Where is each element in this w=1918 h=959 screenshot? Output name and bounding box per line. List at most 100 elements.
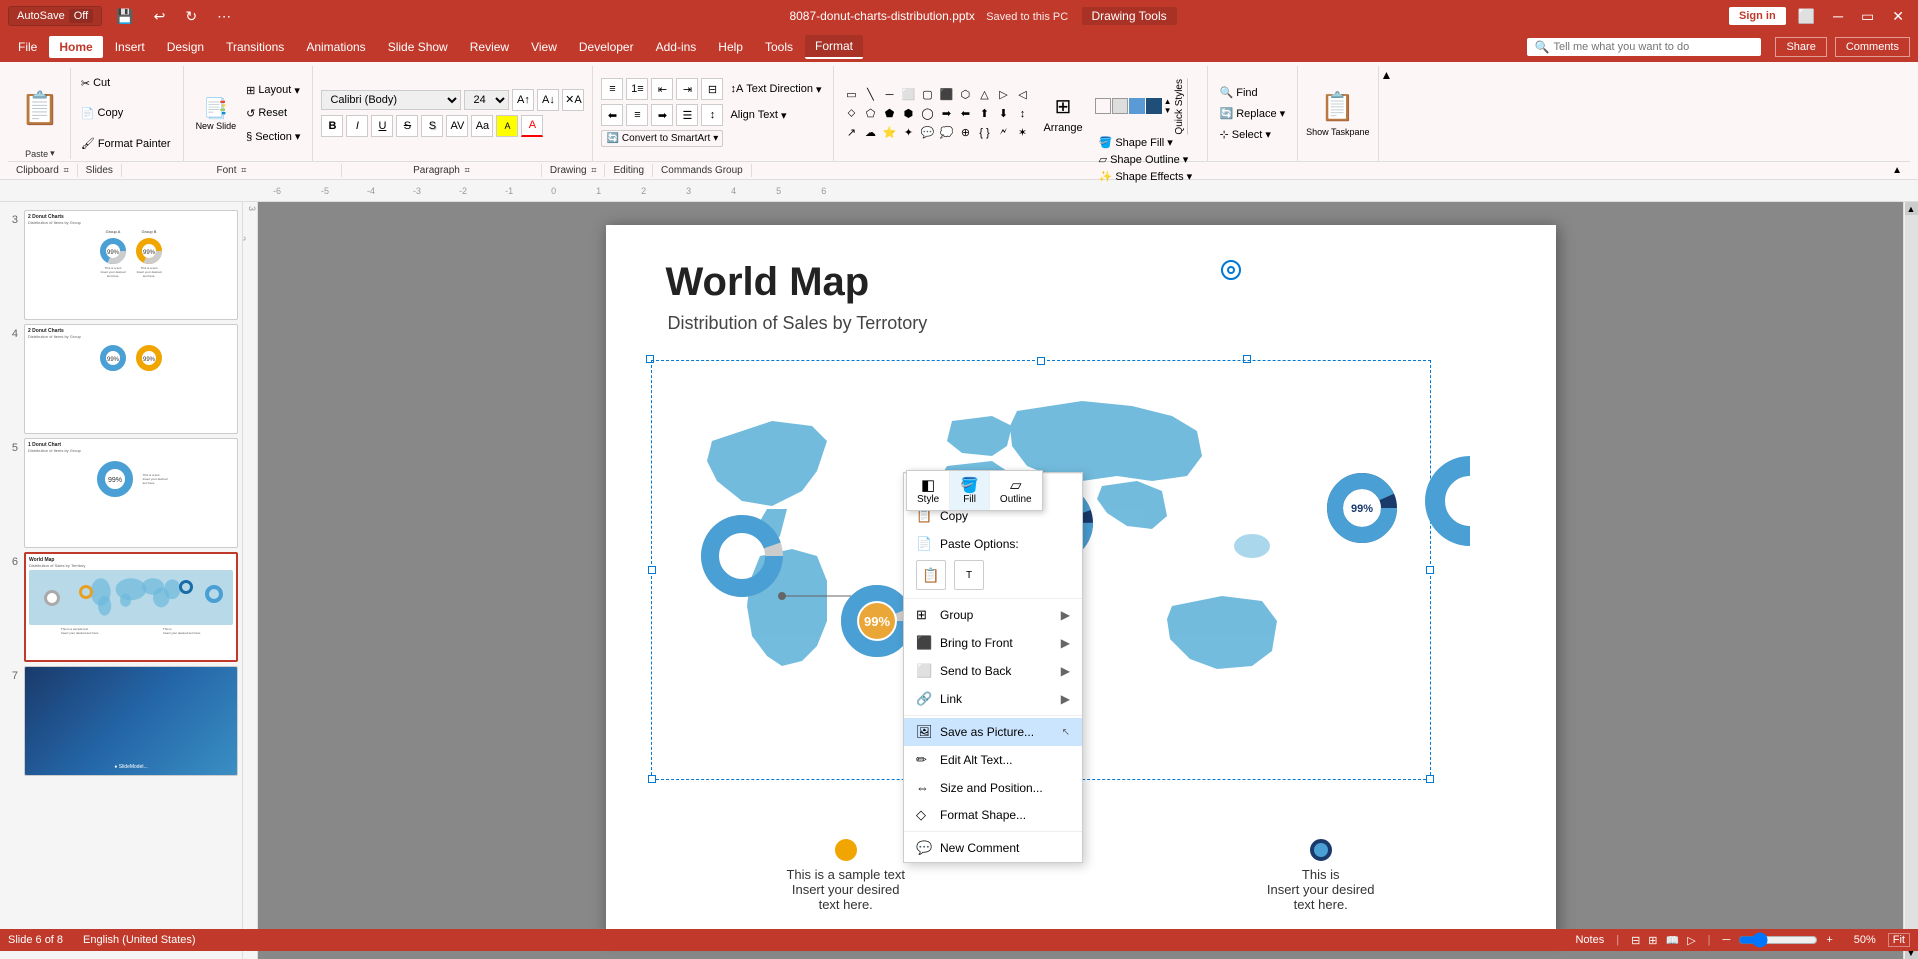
bullets-button[interactable]: ≡ bbox=[601, 78, 623, 100]
italic-button[interactable]: I bbox=[346, 115, 368, 137]
close-button[interactable]: ✕ bbox=[1886, 6, 1910, 27]
shape-fill-button[interactable]: 🪣 Shape Fill ▾ bbox=[1095, 134, 1199, 151]
paste-option-2[interactable]: T bbox=[954, 560, 984, 590]
menu-design[interactable]: Design bbox=[157, 36, 214, 58]
shape-cell[interactable]: ⬦ bbox=[842, 105, 860, 123]
shape-cell[interactable]: ▢ bbox=[918, 86, 936, 104]
zoom-in-button[interactable]: + bbox=[1826, 934, 1832, 946]
autosave-toggle[interactable]: AutoSave Off bbox=[8, 6, 102, 26]
font-color-button[interactable]: A bbox=[521, 115, 543, 137]
style-swatch[interactable] bbox=[1095, 98, 1111, 114]
slide-preview-7[interactable]: ● SlideModel... bbox=[24, 666, 238, 776]
slide-preview-3[interactable]: 2 Donut Charts Distribution of Items by … bbox=[24, 210, 238, 320]
shape-cell[interactable]: ⬛ bbox=[937, 86, 955, 104]
menu-animations[interactable]: Animations bbox=[296, 36, 375, 58]
text-direction-button[interactable]: ↕A Text Direction ▾ bbox=[726, 81, 825, 98]
collapse-ribbon-button[interactable]: ▲ bbox=[1884, 164, 1910, 177]
shadow-button[interactable]: S bbox=[421, 115, 443, 137]
menu-help[interactable]: Help bbox=[708, 36, 753, 58]
shape-cell[interactable]: ✦ bbox=[899, 124, 917, 142]
shape-cell[interactable]: ↗ bbox=[842, 124, 860, 142]
ctx-save-as-picture[interactable]: 🖼 Save as Picture... ↖ bbox=[904, 718, 1082, 746]
find-button[interactable]: 🔍 Find bbox=[1216, 84, 1290, 101]
shape-cell[interactable]: ⬆ bbox=[975, 105, 993, 123]
search-box[interactable]: 🔍 bbox=[1527, 38, 1762, 56]
customize-qat-button[interactable]: ⋯ bbox=[211, 6, 237, 27]
menu-view[interactable]: View bbox=[521, 36, 567, 58]
restore-button[interactable]: ⬜ bbox=[1792, 6, 1821, 27]
numbering-button[interactable]: 1≡ bbox=[626, 78, 648, 100]
view-slideshow-button[interactable]: ▷ bbox=[1687, 934, 1695, 947]
selection-handle-bl[interactable] bbox=[648, 775, 656, 783]
align-text-button[interactable]: Align Text ▾ bbox=[726, 107, 790, 124]
font-case-button[interactable]: Aa bbox=[471, 115, 493, 137]
convert-smartart-button[interactable]: 🔄 Convert to SmartArt ▾ bbox=[601, 130, 723, 147]
menu-addins[interactable]: Add-ins bbox=[646, 36, 707, 58]
char-spacing-button[interactable]: AV bbox=[446, 115, 468, 137]
shape-cell[interactable]: 💭 bbox=[937, 124, 955, 142]
line-spacing-button[interactable]: ↕ bbox=[701, 104, 723, 126]
align-right-button[interactable]: ➡ bbox=[651, 104, 673, 126]
ctx-bring-to-front[interactable]: ⬛ Bring to Front ▶ bbox=[904, 629, 1082, 657]
shape-cell[interactable]: ⬜ bbox=[899, 86, 917, 104]
selection-handle-ml[interactable] bbox=[648, 566, 656, 574]
layout-button[interactable]: ⊞Layout▾ bbox=[242, 82, 304, 99]
ctx-group[interactable]: ⊞ Group ▶ bbox=[904, 601, 1082, 629]
bold-button[interactable]: B bbox=[321, 115, 343, 137]
menu-tools[interactable]: Tools bbox=[755, 36, 803, 58]
scroll-track[interactable] bbox=[1905, 215, 1918, 946]
strikethrough-button[interactable]: S bbox=[396, 115, 418, 137]
donut-chart-4[interactable]: 99% bbox=[1325, 471, 1400, 549]
shape-cell[interactable]: ⬠ bbox=[861, 105, 879, 123]
shape-cell[interactable]: ⬡ bbox=[956, 86, 974, 104]
shape-cell[interactable]: ⬟ bbox=[880, 105, 898, 123]
shape-cell[interactable]: ▭ bbox=[842, 86, 860, 104]
share-button[interactable]: Share bbox=[1775, 37, 1826, 57]
select-button[interactable]: ⊹ Select ▾ bbox=[1216, 126, 1290, 143]
shape-cell[interactable]: ✶ bbox=[1013, 124, 1031, 142]
shape-cell[interactable]: ⬅ bbox=[956, 105, 974, 123]
minimize-button[interactable]: ─ bbox=[1827, 6, 1849, 26]
clear-format-button[interactable]: ✕A bbox=[562, 89, 584, 111]
new-slide-button[interactable]: 📑 New Slide bbox=[192, 94, 241, 133]
mini-style-button[interactable]: ◧ Style bbox=[907, 471, 950, 510]
font-name-select[interactable]: Calibri (Body) bbox=[321, 90, 461, 110]
menu-transitions[interactable]: Transitions bbox=[216, 36, 294, 58]
menu-developer[interactable]: Developer bbox=[569, 36, 644, 58]
view-normal-button[interactable]: ⊟ bbox=[1631, 934, 1640, 947]
ctx-edit-alt-text[interactable]: ✏ Edit Alt Text... bbox=[904, 746, 1082, 774]
slide-thumb-4[interactable]: 4 2 Donut Charts Distribution of Items b… bbox=[4, 324, 238, 434]
style-swatch[interactable] bbox=[1112, 98, 1128, 114]
ribbon-expand[interactable]: ▲ bbox=[1379, 66, 1395, 161]
section-button[interactable]: §Section▾ bbox=[242, 128, 304, 145]
paste-label[interactable]: Paste ▾ bbox=[25, 148, 55, 159]
paste-button[interactable]: 📋 bbox=[16, 68, 64, 148]
canvas-area[interactable]: World Map Distribution of Sales by Terro… bbox=[258, 202, 1903, 959]
comments-button[interactable]: Comments bbox=[1835, 37, 1910, 57]
ctx-link[interactable]: 🔗 Link ▶ bbox=[904, 685, 1082, 713]
slide-preview-4[interactable]: 2 Donut Charts Distribution of Items by … bbox=[24, 324, 238, 434]
shape-cell[interactable]: ↕ bbox=[1013, 105, 1031, 123]
arrange-button[interactable]: ⊞ Arrange bbox=[1039, 92, 1086, 136]
paste-option-1[interactable]: 📋 bbox=[916, 560, 946, 590]
decrease-indent-button[interactable]: ⇤ bbox=[651, 78, 673, 100]
decrease-font-button[interactable]: A↓ bbox=[537, 89, 559, 111]
mini-outline-button[interactable]: ▱ Outline bbox=[990, 471, 1042, 510]
show-taskpane-button[interactable]: 📋 bbox=[1320, 90, 1355, 123]
menu-slideshow[interactable]: Slide Show bbox=[378, 36, 458, 58]
shape-cell[interactable]: ⭐ bbox=[880, 124, 898, 142]
redo-button[interactable]: ↻ bbox=[179, 6, 203, 27]
view-reading-button[interactable]: 📖 bbox=[1666, 934, 1680, 947]
zoom-slider[interactable] bbox=[1738, 932, 1818, 948]
right-scrollbar[interactable]: ▲ ▼ bbox=[1903, 202, 1918, 959]
shape-cell[interactable]: 💬 bbox=[918, 124, 936, 142]
shape-cell[interactable]: ◁ bbox=[1013, 86, 1031, 104]
increase-font-button[interactable]: A↑ bbox=[512, 89, 534, 111]
zoom-out-button[interactable]: ─ bbox=[1723, 934, 1731, 946]
shape-cell[interactable]: △ bbox=[975, 86, 993, 104]
shape-cell[interactable]: ─ bbox=[880, 86, 898, 104]
search-input[interactable] bbox=[1553, 41, 1753, 53]
quick-styles-dropdown[interactable]: ▲ ▼ bbox=[1164, 97, 1172, 115]
font-size-select[interactable]: 24 bbox=[464, 90, 509, 110]
shape-cell[interactable]: ▷ bbox=[994, 86, 1012, 104]
